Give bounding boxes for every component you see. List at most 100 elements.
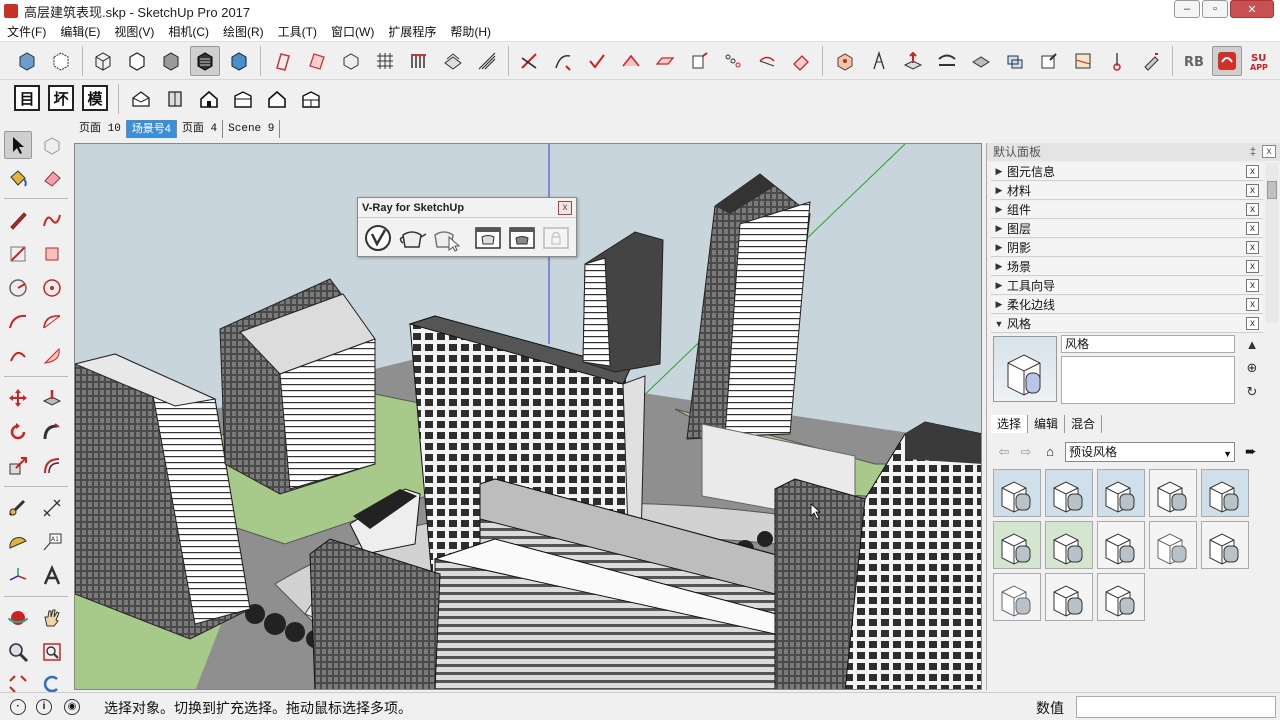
- forward-arrow-icon[interactable]: ⇨: [1017, 443, 1035, 461]
- menu-extensions[interactable]: 扩展程序: [381, 23, 443, 40]
- style-name-field[interactable]: 风格: [1061, 335, 1235, 353]
- tray-shadows[interactable]: ▶ 阴影 x: [991, 239, 1263, 257]
- tray-close-icon[interactable]: x: [1246, 279, 1259, 292]
- section-plane-icon[interactable]: [268, 46, 298, 76]
- extrude-up-icon[interactable]: [898, 46, 928, 76]
- info-icon[interactable]: i: [36, 699, 52, 715]
- tray-components[interactable]: ▶ 组件 x: [991, 201, 1263, 219]
- eraser-icon[interactable]: [38, 164, 66, 192]
- wireframe-icon[interactable]: [88, 46, 118, 76]
- xray-style-icon[interactable]: [12, 46, 42, 76]
- pencil-line-icon[interactable]: [4, 206, 32, 234]
- layer-flat-icon[interactable]: [966, 46, 996, 76]
- tray-layers[interactable]: ▶ 图层 x: [991, 220, 1263, 238]
- make-component-icon[interactable]: [38, 131, 66, 159]
- polygon-icon[interactable]: [38, 274, 66, 302]
- right-view-icon[interactable]: [228, 84, 258, 114]
- su-plugin-icon[interactable]: [1212, 46, 1242, 76]
- tape-measure-icon[interactable]: [4, 494, 32, 522]
- roof-tool-icon[interactable]: [616, 46, 646, 76]
- offset-tool-icon[interactable]: [786, 46, 816, 76]
- tray-materials[interactable]: ▶ 材料 x: [991, 182, 1263, 200]
- tray-soften-edges[interactable]: ▶ 柔化边线 x: [991, 296, 1263, 314]
- vray-frame-buffer-icon[interactable]: [472, 222, 504, 254]
- push-pull-icon[interactable]: [38, 384, 66, 412]
- style-thumbnail[interactable]: [1045, 573, 1093, 621]
- save-style-icon[interactable]: ▲: [1243, 335, 1261, 353]
- style-thumbnail[interactable]: [1045, 521, 1093, 569]
- offset-icon[interactable]: [38, 452, 66, 480]
- tray-close-icon[interactable]: x: [1246, 222, 1259, 235]
- tab-edit[interactable]: 编辑: [1028, 415, 1066, 433]
- pan-hand-icon[interactable]: [38, 604, 66, 632]
- follow-me-tool-icon[interactable]: [38, 418, 66, 446]
- hidden-line-icon[interactable]: [122, 46, 152, 76]
- move-icon[interactable]: [4, 384, 32, 412]
- stack-icon[interactable]: [1000, 46, 1030, 76]
- style-description-field[interactable]: [1061, 356, 1235, 404]
- style-library-select[interactable]: 预设风格 ▼: [1065, 442, 1235, 462]
- su-app-icon[interactable]: SU APP: [1246, 46, 1276, 76]
- check-tool-icon[interactable]: [582, 46, 612, 76]
- environment-text-button[interactable]: 坏: [48, 85, 74, 111]
- minimize-button[interactable]: –: [1174, 0, 1200, 18]
- section-cut-icon[interactable]: [302, 46, 332, 76]
- left-view-icon[interactable]: [296, 84, 326, 114]
- tray-close-icon[interactable]: x: [1246, 203, 1259, 216]
- two-point-arc-icon[interactable]: [38, 308, 66, 336]
- circle-icon[interactable]: [4, 274, 32, 302]
- back-view-icon[interactable]: [262, 84, 292, 114]
- texture-map-icon[interactable]: [1068, 46, 1098, 76]
- vray-lock-icon[interactable]: [540, 222, 572, 254]
- front-view-icon[interactable]: [160, 84, 190, 114]
- tray-close-button[interactable]: x: [1262, 145, 1276, 158]
- tray-instructor[interactable]: ▶ 工具向导 x: [991, 277, 1263, 295]
- maximize-button[interactable]: ▫: [1202, 0, 1228, 18]
- pin-tool-icon[interactable]: [1102, 46, 1132, 76]
- vray-render-region-icon[interactable]: [506, 222, 538, 254]
- user-icon[interactable]: ◉: [64, 699, 80, 715]
- style-thumbnail[interactable]: [1149, 469, 1197, 517]
- face-edit-icon[interactable]: [1034, 46, 1064, 76]
- style-thumbnail[interactable]: [993, 573, 1041, 621]
- style-thumbnail[interactable]: [993, 521, 1041, 569]
- update-style-icon[interactable]: ↻: [1243, 383, 1261, 401]
- dimension-icon[interactable]: [38, 494, 66, 522]
- tray-close-icon[interactable]: x: [1246, 165, 1259, 178]
- scene-tab-page-4[interactable]: 页面 4: [177, 120, 224, 138]
- geo-location-icon[interactable]: ·: [10, 699, 26, 715]
- back-arrow-icon[interactable]: ⇦: [995, 443, 1013, 461]
- create-style-icon[interactable]: ⊕: [1243, 359, 1261, 377]
- scale-icon[interactable]: [4, 452, 32, 480]
- style-thumbnail[interactable]: [1201, 469, 1249, 517]
- freehand-icon[interactable]: [38, 206, 66, 234]
- tray-close-icon[interactable]: x: [1246, 298, 1259, 311]
- stripes-icon[interactable]: [404, 46, 434, 76]
- monochrome-icon[interactable]: [190, 46, 220, 76]
- menu-file[interactable]: 文件(F): [0, 23, 53, 40]
- plane-tool-icon[interactable]: [650, 46, 680, 76]
- tray-styles[interactable]: ▼ 风格 x: [991, 315, 1263, 333]
- iso-view-icon[interactable]: [336, 46, 366, 76]
- tray-close-icon[interactable]: x: [1246, 317, 1259, 330]
- grid-icon[interactable]: [370, 46, 400, 76]
- pushpull-face-icon[interactable]: [684, 46, 714, 76]
- house-iso-icon[interactable]: [126, 84, 156, 114]
- axes-icon[interactable]: [4, 562, 32, 590]
- style-thumbnail[interactable]: [1201, 521, 1249, 569]
- layers-stack-icon[interactable]: [438, 46, 468, 76]
- axes-tool-icon[interactable]: [514, 46, 544, 76]
- rb-plugin-icon[interactable]: RB: [1178, 46, 1208, 76]
- tab-select[interactable]: 选择: [991, 415, 1029, 433]
- scene-tab-page-10[interactable]: 页面 10: [74, 120, 127, 138]
- menu-window[interactable]: 窗口(W): [324, 23, 381, 40]
- menu-help[interactable]: 帮助(H): [443, 23, 498, 40]
- menu-tools[interactable]: 工具(T): [271, 23, 324, 40]
- model-text-button[interactable]: 模: [82, 85, 108, 111]
- tray-scenes[interactable]: ▶ 场景 x: [991, 258, 1263, 276]
- zoom-window-icon[interactable]: [38, 638, 66, 666]
- style-thumbnail[interactable]: [1097, 521, 1145, 569]
- style-thumbnail[interactable]: [1149, 521, 1197, 569]
- three-point-arc-icon[interactable]: [4, 342, 32, 370]
- stairs-icon[interactable]: [472, 46, 502, 76]
